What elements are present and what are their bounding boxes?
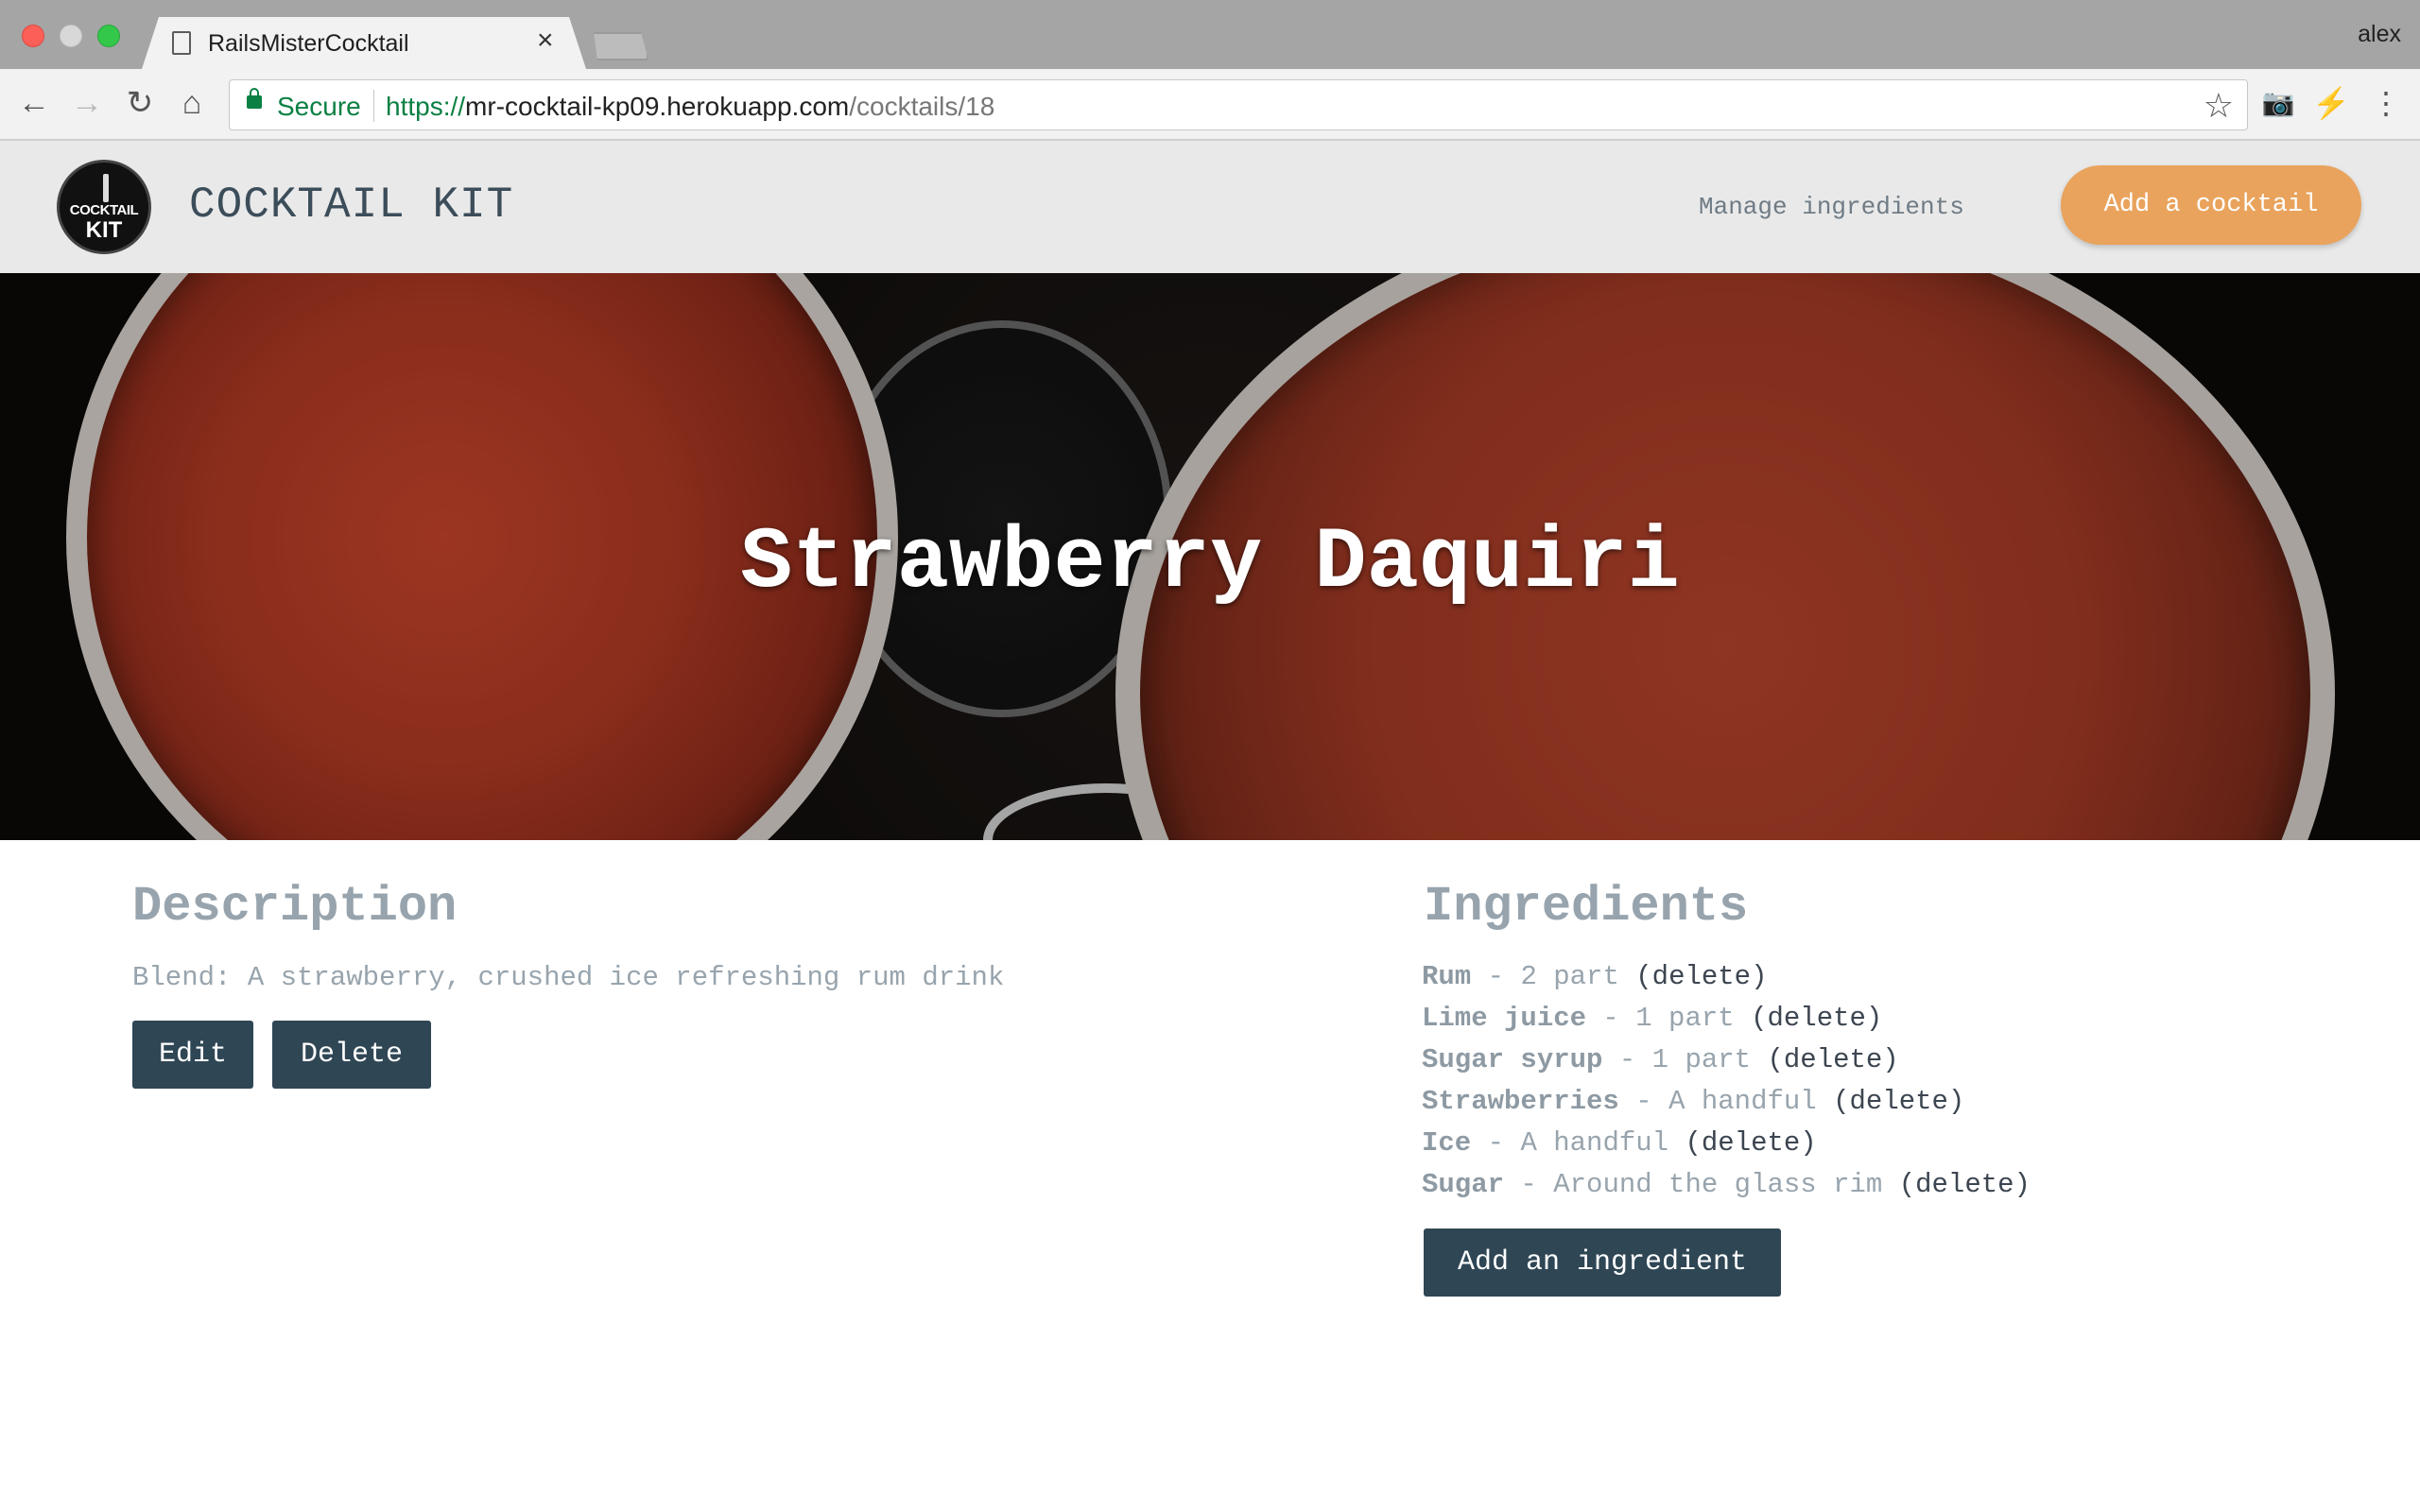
add-cocktail-button[interactable]: Add a cocktail [2061, 165, 2361, 245]
ingredient-amount: Around the glass rim [1553, 1169, 1883, 1200]
extension-icon[interactable]: ⚡ [2312, 84, 2350, 122]
delete-ingredient-link[interactable]: (delete) [1833, 1086, 1964, 1117]
ingredient-name: Rum [1422, 961, 1472, 992]
ingredient-amount: 1 part [1651, 1044, 1752, 1075]
ingredient-name: Lime juice [1422, 1003, 1587, 1034]
delete-ingredient-link[interactable]: (delete) [1635, 961, 1767, 992]
ingredient-separator: - [1618, 1086, 1669, 1117]
ingredient-name: Strawberries [1422, 1086, 1619, 1117]
secure-label: Secure [277, 92, 361, 121]
logo-line2: KIT [85, 217, 123, 243]
ingredient-name: Sugar [1422, 1169, 1505, 1200]
ingredient-item: Rum - 2 part (delete) [1422, 960, 2031, 1002]
ingredient-amount: A handful [1520, 1127, 1669, 1159]
tab-title: RailsMisterCocktail [208, 30, 409, 57]
ingredient-item: Strawberries - A handful (delete) [1422, 1085, 2031, 1126]
url-text: https://mr-cocktail-kp09.herokuapp.com/c… [386, 92, 994, 122]
document-icon [172, 31, 191, 55]
ingredient-item: Lime juice - 1 part (delete) [1422, 1002, 2031, 1043]
url-path: /cocktails/18 [849, 92, 995, 121]
bottle-icon [103, 174, 109, 202]
delete-ingredient-link[interactable]: (delete) [1751, 1003, 1882, 1034]
lock-icon [247, 88, 262, 109]
new-tab-button[interactable] [594, 32, 648, 60]
ingredient-separator: - [1504, 1169, 1554, 1200]
ingredient-item: Ice - A handful (delete) [1422, 1126, 2031, 1168]
ingredients-list: Rum - 2 part (delete) Lime juice - 1 par… [1422, 960, 2031, 1210]
ingredient-item: Sugar - Around the glass rim (delete) [1422, 1168, 2031, 1210]
ingredients-heading: Ingredients [1424, 879, 1749, 935]
edit-button[interactable]: Edit [132, 1021, 253, 1089]
url-scheme: https:// [386, 92, 466, 121]
ingredient-separator: - [1471, 961, 1521, 992]
manage-ingredients-link[interactable]: Manage ingredients [1699, 193, 1964, 221]
description-heading: Description [132, 879, 458, 935]
profile-name[interactable]: alex [2358, 21, 2401, 48]
ingredient-separator: - [1602, 1044, 1652, 1075]
ingredient-amount: 1 part [1635, 1003, 1735, 1034]
ingredient-name: Ice [1422, 1127, 1472, 1159]
ingredient-item: Sugar syrup - 1 part (delete) [1422, 1043, 2031, 1085]
close-window-button[interactable] [22, 25, 44, 47]
url-host: mr-cocktail-kp09.herokuapp.com [465, 92, 850, 121]
reload-icon[interactable]: ↻ [121, 84, 159, 122]
delete-ingredient-link[interactable]: (delete) [1899, 1169, 2031, 1200]
maximize-window-button[interactable] [97, 25, 120, 47]
back-icon[interactable]: ← [15, 84, 53, 122]
ingredient-name: Sugar syrup [1422, 1044, 1603, 1075]
browser-tabstrip: RailsMisterCocktail × alex [0, 0, 2420, 69]
browser-tab-active[interactable]: RailsMisterCocktail × [142, 17, 586, 69]
logo-line1: COCKTAIL [69, 202, 139, 218]
forward-icon[interactable]: → [68, 84, 106, 122]
add-ingredient-button[interactable]: Add an ingredient [1424, 1228, 1781, 1297]
minimize-window-button[interactable] [60, 25, 82, 47]
ingredient-separator: - [1471, 1127, 1521, 1159]
delete-button[interactable]: Delete [272, 1021, 431, 1089]
address-bar[interactable]: Secure https://mr-cocktail-kp09.herokuap… [229, 79, 2248, 130]
delete-ingredient-link[interactable]: (delete) [1685, 1127, 1816, 1159]
brand-name[interactable]: COCKTAIL KIT [189, 180, 513, 230]
delete-ingredient-link[interactable]: (delete) [1767, 1044, 1898, 1075]
address-separator [373, 90, 374, 122]
description-text: Blend: A strawberry, crushed ice refresh… [132, 962, 1005, 993]
bookmark-star-icon[interactable]: ☆ [2204, 86, 2234, 126]
hero-banner: Strawberry Daquiri [0, 273, 2420, 840]
camera-icon[interactable]: 📷 [2259, 84, 2297, 122]
site-header: COCKTAIL KIT COCKTAIL KIT Manage ingredi… [0, 141, 2420, 273]
browser-toolbar: ← → ↻ ⌂ Secure https://mr-cocktail-kp09.… [0, 69, 2420, 141]
home-icon[interactable]: ⌂ [173, 84, 211, 122]
menu-icon[interactable]: ⋮ [2367, 84, 2405, 122]
ingredient-amount: 2 part [1520, 961, 1619, 992]
close-tab-icon[interactable]: × [537, 26, 554, 55]
ingredient-amount: A handful [1668, 1086, 1817, 1117]
cocktail-kit-logo[interactable]: COCKTAIL KIT [57, 160, 151, 254]
cocktail-title: Strawberry Daquiri [740, 513, 1680, 612]
ingredient-separator: - [1586, 1003, 1636, 1034]
